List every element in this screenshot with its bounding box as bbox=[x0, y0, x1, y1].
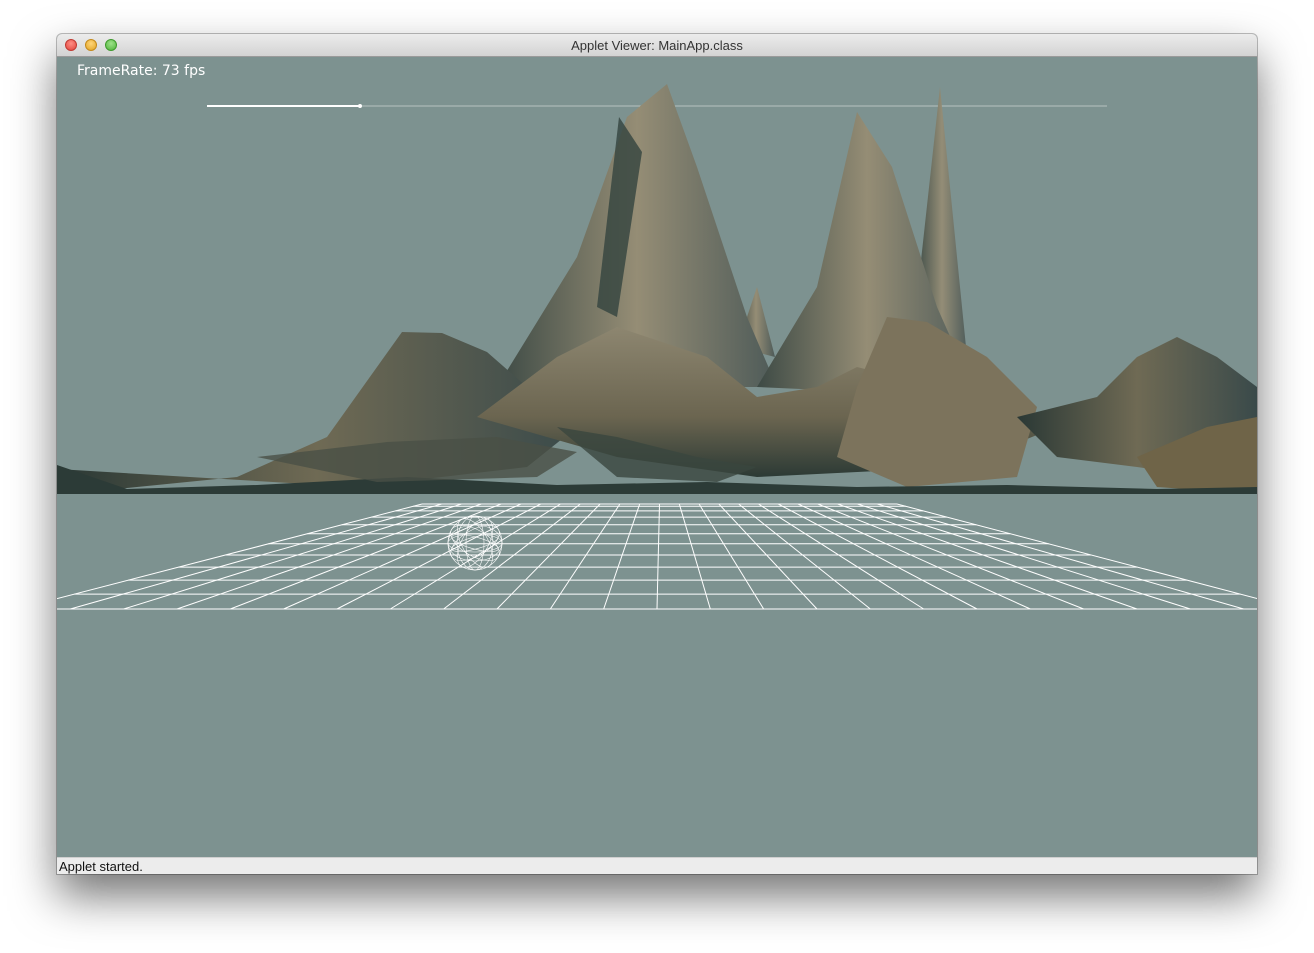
framerate-label: FrameRate: 73 fps bbox=[77, 63, 206, 79]
grid-line bbox=[656, 503, 660, 610]
applet-viewer-window: Applet Viewer: MainApp.class FrameRate: … bbox=[57, 34, 1257, 874]
grid-line bbox=[698, 503, 765, 610]
grid-line bbox=[778, 503, 978, 610]
grid-line bbox=[390, 503, 561, 610]
status-text: Applet started. bbox=[59, 859, 143, 874]
grid-line bbox=[758, 503, 924, 610]
wireframe-grid bbox=[57, 503, 1257, 610]
grid-line bbox=[678, 503, 711, 610]
grid-line bbox=[718, 503, 818, 610]
scene-svg bbox=[57, 84, 1257, 610]
grid-line bbox=[738, 503, 871, 610]
terrain-mesh bbox=[57, 84, 1257, 494]
grid-line bbox=[336, 503, 541, 610]
status-bar: Applet started. bbox=[57, 857, 1257, 874]
applet-canvas[interactable]: FrameRate: 73 fps bbox=[57, 57, 1257, 857]
grid-line bbox=[230, 503, 502, 610]
slider-handle[interactable] bbox=[358, 104, 362, 108]
grid-line bbox=[877, 503, 1244, 610]
grid-line bbox=[837, 503, 1138, 610]
grid-line bbox=[123, 503, 462, 610]
grid-line bbox=[283, 503, 522, 610]
title-bar[interactable]: Applet Viewer: MainApp.class bbox=[57, 34, 1257, 57]
grid-line bbox=[70, 503, 442, 610]
window-title: Applet Viewer: MainApp.class bbox=[571, 38, 743, 53]
grid-line bbox=[857, 503, 1191, 610]
grid-line bbox=[817, 503, 1084, 610]
grid-line bbox=[797, 503, 1031, 610]
grid-line bbox=[176, 503, 482, 610]
